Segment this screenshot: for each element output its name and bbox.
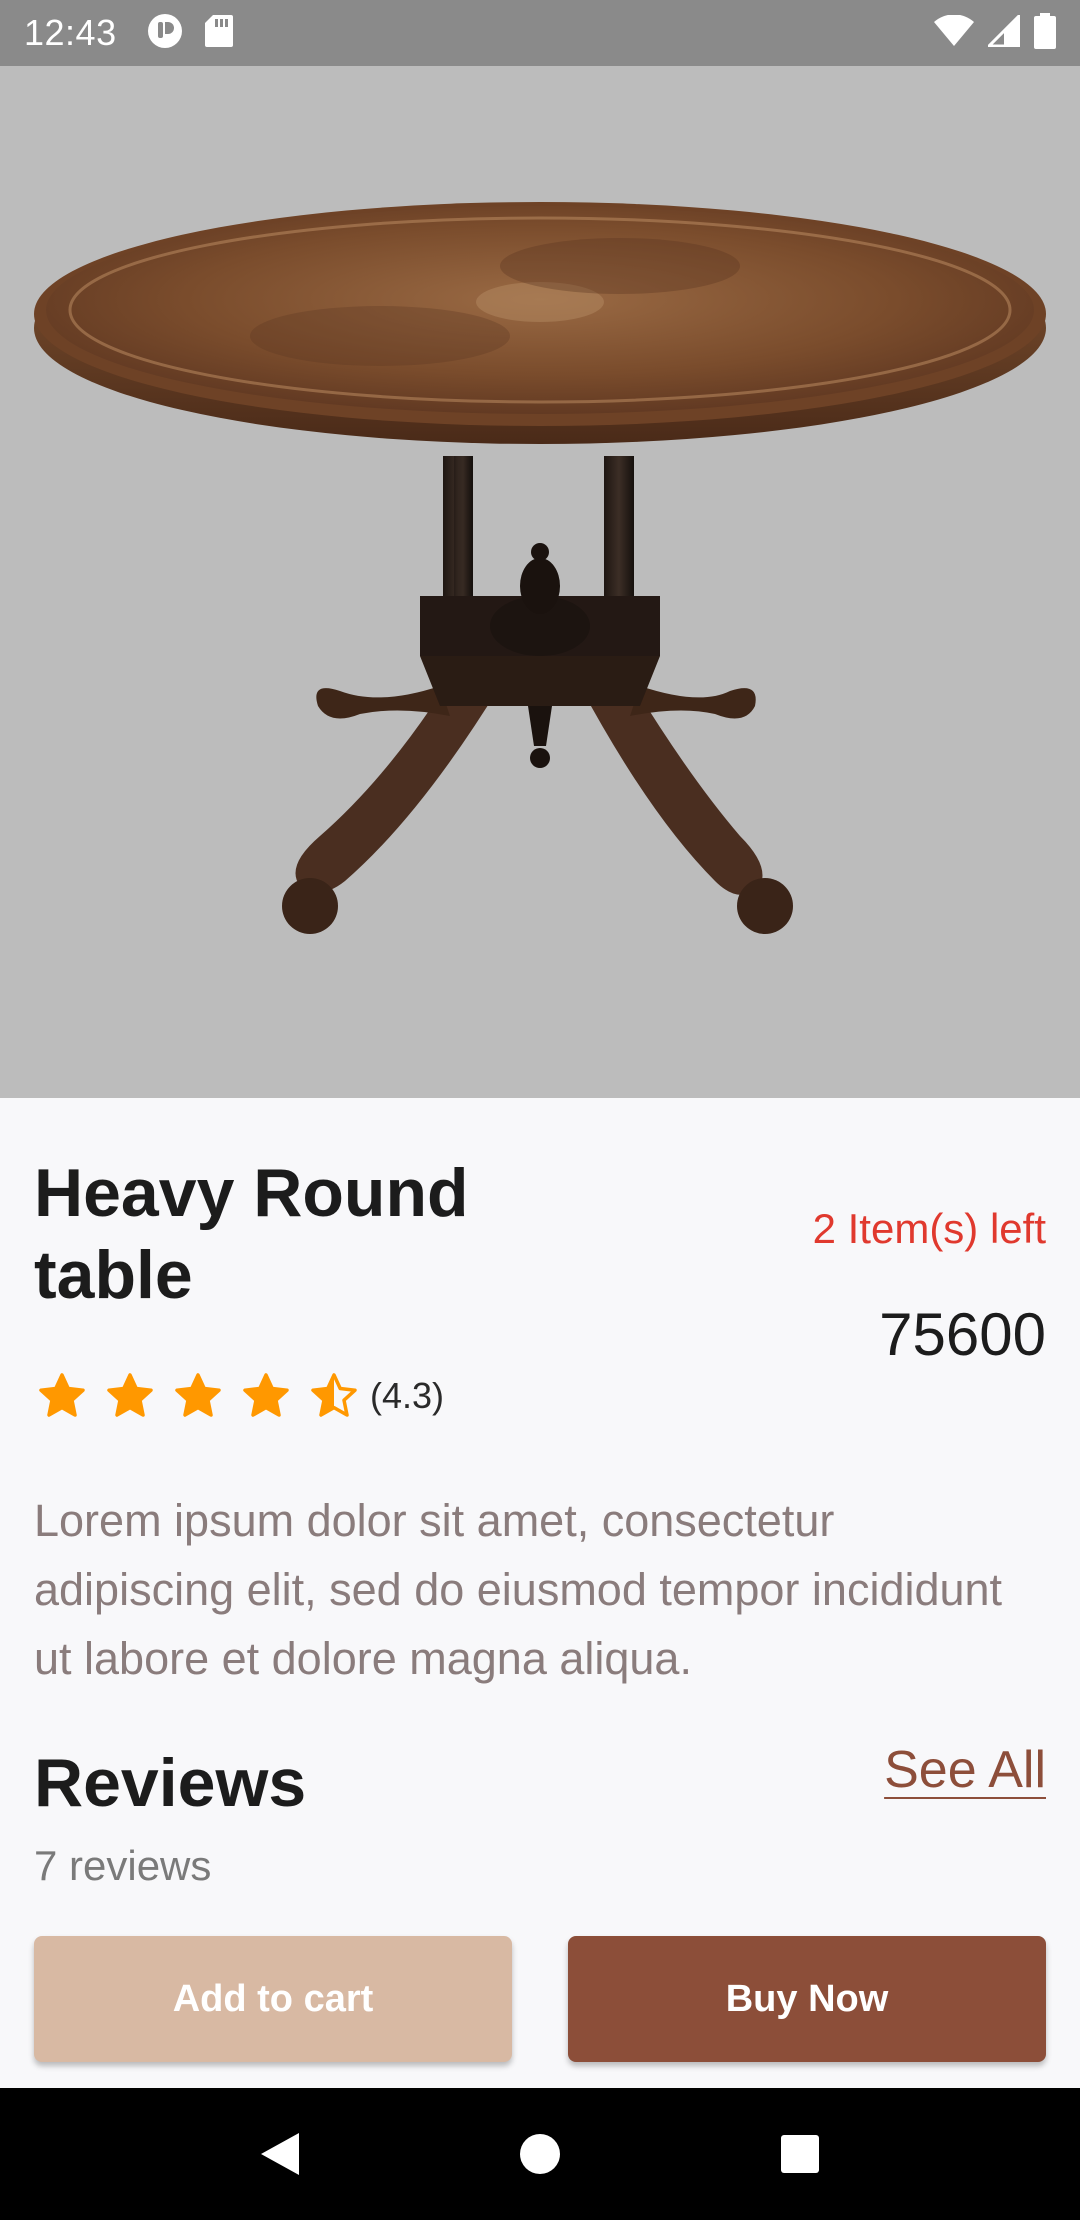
heavy-round-table-image [34, 202, 1046, 934]
status-bar: 12:43 [0, 0, 1080, 66]
product-detail-screen: 12:43 Heavy Round table 2 Item(s) left 7… [0, 0, 1080, 2220]
product-description: Lorem ipsum dolor sit amet, consectetur … [34, 1495, 1003, 1684]
product-title: Heavy Round table [34, 1155, 469, 1313]
app-notification-icon [147, 13, 183, 54]
rating-value: (4.3) [370, 1375, 445, 1416]
status-time: 12:43 [24, 12, 117, 53]
battery-icon [1034, 12, 1056, 54]
star-filled-icon [243, 1373, 289, 1417]
cell-signal-icon [985, 11, 1021, 52]
home-icon[interactable] [510, 2124, 570, 2184]
star-half-icon [311, 1373, 357, 1417]
product-price: 75600 [879, 1301, 1046, 1368]
recents-icon[interactable] [770, 2124, 830, 2184]
rating-bar: (4.3) [38, 1368, 444, 1424]
buy-now-button[interactable]: Buy Now [568, 1936, 1046, 2062]
wifi-icon [934, 13, 974, 52]
status-right-icons [934, 11, 1056, 54]
star-filled-icon [107, 1373, 153, 1417]
reviews-count: 7 reviews [34, 1842, 212, 1889]
stock-label: 2 Item(s) left [812, 1205, 1046, 1252]
navigation-bar [0, 2088, 1080, 2220]
see-all-link[interactable]: See All [884, 1740, 1046, 1800]
reviews-heading: Reviews [34, 1745, 307, 1821]
back-icon[interactable] [250, 2124, 310, 2184]
product-image [0, 66, 1080, 1098]
add-to-cart-button[interactable]: Add to cart [34, 1936, 512, 2062]
star-filled-icon [175, 1373, 221, 1417]
rating-stars [38, 1372, 358, 1420]
status-left-icons [147, 13, 233, 54]
star-filled-icon [39, 1373, 85, 1417]
sd-card-icon [204, 14, 233, 53]
